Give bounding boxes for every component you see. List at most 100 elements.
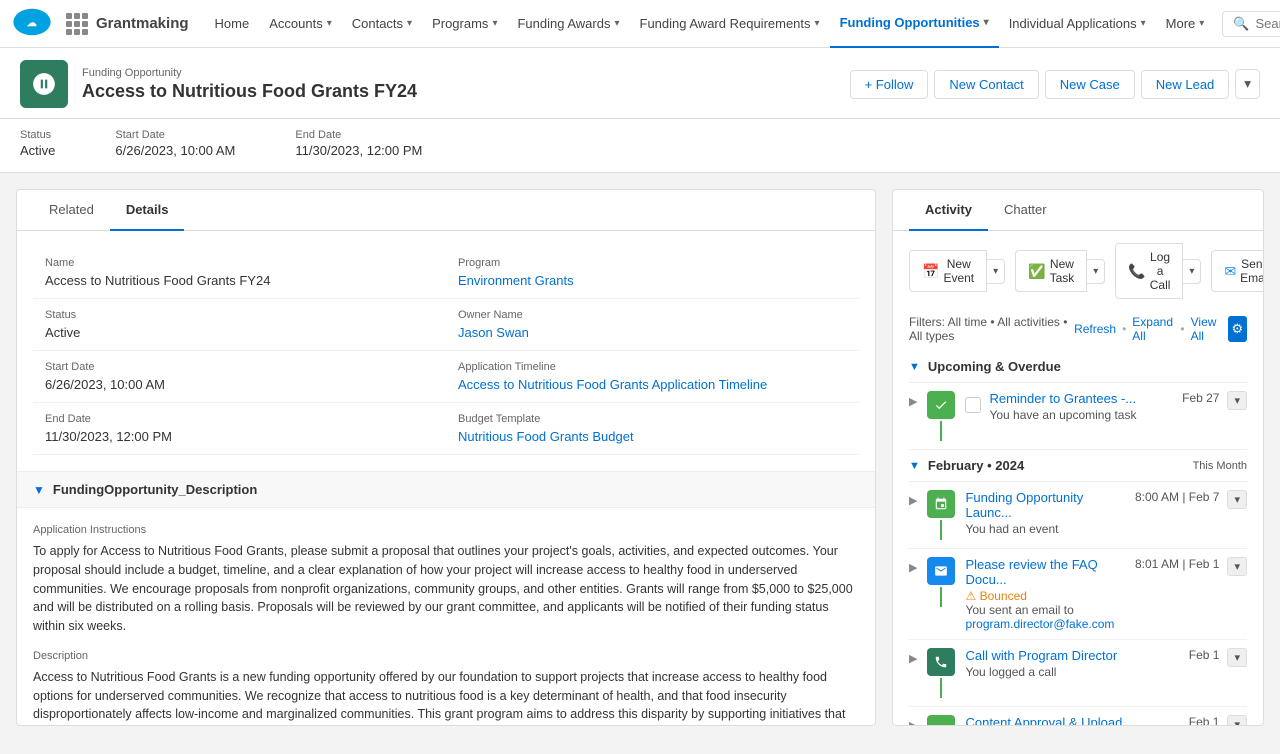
activity-title[interactable]: Call with Program Director <box>965 648 1180 663</box>
new-event-dropdown[interactable]: ▾ <box>987 259 1005 284</box>
task2-activity-icon <box>927 715 955 726</box>
activity-item-dropdown[interactable]: ▾ <box>1227 648 1247 667</box>
nav-more[interactable]: More▾ <box>1156 0 1215 48</box>
activity-title[interactable]: Funding Opportunity Launc... <box>965 490 1127 520</box>
expand-icon[interactable]: ▶ <box>909 648 917 665</box>
main-content: Related Details Name Access to Nutritiou… <box>0 173 1280 742</box>
nav-individual-applications[interactable]: Individual Applications▾ <box>999 0 1156 48</box>
field-owner-name-value[interactable]: Jason Swan <box>458 325 847 340</box>
nav-accounts[interactable]: Accounts▾ <box>259 0 342 48</box>
feb-toggle-icon[interactable]: ▼ <box>909 460 920 472</box>
nav-contacts[interactable]: Contacts▾ <box>342 0 422 48</box>
activity-subtitle: ⚠ Bounced You sent an email to program.d… <box>965 589 1127 631</box>
activity-title[interactable]: Reminder to Grantees -... <box>989 391 1174 406</box>
tab-chatter[interactable]: Chatter <box>988 190 1063 231</box>
log-call-button[interactable]: 📞 Log a Call <box>1115 243 1183 299</box>
left-panel: Related Details Name Access to Nutritiou… <box>16 189 876 726</box>
email-link[interactable]: program.director@fake.com <box>965 617 1114 631</box>
nav-funding-award-requirements[interactable]: Funding Award Requirements▾ <box>630 0 830 48</box>
refresh-link[interactable]: Refresh <box>1074 322 1116 336</box>
field-start-date-label: Start Date <box>45 361 434 373</box>
nav-funding-awards[interactable]: Funding Awards▾ <box>507 0 629 48</box>
activity-title[interactable]: Content Approval & Upload ... <box>965 715 1180 726</box>
activity-date: Feb 1 <box>1189 715 1220 726</box>
expand-icon[interactable]: ▶ <box>909 391 917 408</box>
log-call-dropdown[interactable]: ▾ <box>1183 259 1201 284</box>
field-row-status-owner: Status Active ✎ Owner Name Jason Swan 👤 <box>33 299 859 351</box>
field-status-label: Status <box>45 309 434 321</box>
field-row-name-program: Name Access to Nutritious Food Grants FY… <box>33 247 859 299</box>
expand-all-link[interactable]: Expand All <box>1132 315 1174 343</box>
salesforce-logo[interactable]: ☁ <box>12 8 52 39</box>
nav-programs[interactable]: Programs▾ <box>422 0 507 48</box>
field-program-value[interactable]: Environment Grants <box>458 273 847 288</box>
activity-title[interactable]: Please review the FAQ Docu... <box>965 557 1127 587</box>
app-name: Grantmaking <box>96 15 189 32</box>
activity-item-dropdown[interactable]: ▾ <box>1227 490 1247 509</box>
start-date-value: 6/26/2023, 10:00 AM <box>115 143 235 158</box>
record-type-icon <box>20 60 68 108</box>
new-case-button[interactable]: New Case <box>1045 70 1135 99</box>
section-title: FundingOpportunity_Description <box>53 482 257 497</box>
field-start-date: Start Date 6/26/2023, 10:00 AM ✎ <box>33 351 446 402</box>
field-app-timeline: Application Timeline Access to Nutritiou… <box>446 351 859 402</box>
expand-icon[interactable]: ▶ <box>909 557 917 574</box>
nav-funding-opportunities[interactable]: Funding Opportunities▾ <box>830 0 999 48</box>
new-event-group: 📅 New Event ▾ <box>909 250 1005 292</box>
upcoming-section-header[interactable]: ▼ Upcoming & Overdue <box>909 351 1247 383</box>
activity-icon-wrap <box>925 490 957 540</box>
field-name-value: Access to Nutritious Food Grants FY24 <box>45 273 434 288</box>
activity-buttons: 📅 New Event ▾ ✅ New Task ▾ 📞 Log a Call <box>893 231 1263 311</box>
field-program-label: Program <box>458 257 847 269</box>
new-lead-button[interactable]: New Lead <box>1141 70 1230 99</box>
tab-details[interactable]: Details <box>110 190 185 231</box>
new-task-dropdown[interactable]: ▾ <box>1087 259 1105 284</box>
task-checkbox[interactable] <box>965 397 981 413</box>
field-budget-template-value[interactable]: Nutritious Food Grants Budget <box>458 429 847 444</box>
description-section-header[interactable]: ▼ FundingOpportunity_Description <box>17 471 875 508</box>
activity-content: ▼ Upcoming & Overdue ▶ Reminder to Grant… <box>893 351 1263 726</box>
search-bar: 🔍 <box>1222 11 1280 37</box>
activity-item-dropdown[interactable]: ▾ <box>1227 391 1247 410</box>
follow-button[interactable]: + Follow <box>850 70 929 99</box>
send-email-button[interactable]: ✉ Send Email <box>1211 250 1264 292</box>
chevron-down-icon: ▾ <box>1199 18 1204 29</box>
filters-row: Filters: All time • All activities • All… <box>893 311 1263 351</box>
right-panel: Activity Chatter 📅 New Event ▾ ✅ New Tas… <box>892 189 1264 726</box>
start-date-label: Start Date <box>115 129 235 141</box>
field-owner-name-label: Owner Name <box>458 309 847 321</box>
new-contact-button[interactable]: New Contact <box>934 70 1038 99</box>
field-budget-template-label: Budget Template <box>458 413 847 425</box>
tab-related[interactable]: Related <box>33 190 110 231</box>
bounced-badge: ⚠ Bounced <box>965 589 1026 603</box>
field-app-timeline-value[interactable]: Access to Nutritious Food Grants Applica… <box>458 377 847 392</box>
new-event-button[interactable]: 📅 New Event <box>909 250 987 292</box>
filters-text: Filters: All time • All activities • All… <box>909 315 1074 343</box>
chevron-down-icon: ▾ <box>614 18 619 29</box>
status-value: Active <box>20 143 55 158</box>
tab-activity[interactable]: Activity <box>909 190 988 231</box>
timeline-line <box>940 421 942 441</box>
search-icon: 🔍 <box>1233 16 1249 32</box>
actions-dropdown-button[interactable]: ▾ <box>1235 69 1260 99</box>
upcoming-section-label: Upcoming & Overdue <box>928 359 1061 374</box>
activity-item-content-approval: ▶ Content Approval & Upload ... You had … <box>909 707 1247 726</box>
timeline-line <box>940 520 942 540</box>
expand-icon[interactable]: ▶ <box>909 490 917 507</box>
apps-grid-button[interactable] <box>66 10 88 38</box>
section-toggle-icon: ▼ <box>33 483 45 497</box>
detail-tab-bar: Related Details <box>17 190 875 231</box>
activity-item-reminder: ▶ Reminder to Grantees -... You have an … <box>909 383 1247 450</box>
email-activity-icon <box>927 557 955 585</box>
search-input[interactable] <box>1255 16 1280 31</box>
activity-settings-button[interactable]: ⚙ <box>1228 316 1247 342</box>
new-task-button[interactable]: ✅ New Task <box>1015 250 1087 292</box>
timeline-line <box>940 587 942 607</box>
activity-item-dropdown[interactable]: ▾ <box>1227 557 1247 576</box>
expand-icon[interactable]: ▶ <box>909 715 917 726</box>
nav-home[interactable]: Home <box>205 0 260 48</box>
record-title: Access to Nutritious Food Grants FY24 <box>82 81 417 102</box>
view-all-link[interactable]: View All <box>1191 315 1222 343</box>
record-header: Funding Opportunity Access to Nutritious… <box>0 48 1280 119</box>
activity-item-dropdown[interactable]: ▾ <box>1227 715 1247 726</box>
